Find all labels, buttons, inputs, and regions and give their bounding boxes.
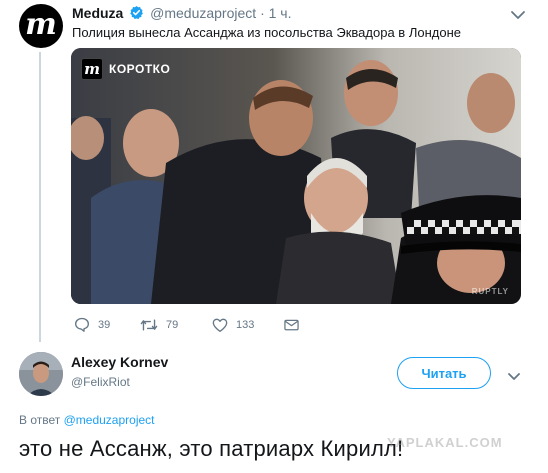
verified-icon	[129, 5, 144, 23]
chevron-down-icon[interactable]	[510, 8, 526, 20]
like-count: 133	[236, 318, 255, 331]
reply-author-name[interactable]: Alexey Kornev	[71, 354, 168, 370]
reply-button[interactable]: 39	[74, 317, 140, 332]
reply-icon	[74, 317, 90, 332]
site-watermark: YAPLAKAL.COM	[387, 435, 503, 450]
tweet-text: Полиция вынесла Ассанджа из посольства Э…	[72, 25, 461, 40]
direct-message-icon	[284, 319, 299, 331]
tweet-header: Meduza @meduzaproject · 1 ч.	[72, 5, 291, 23]
in-reply-prefix: В ответ	[19, 413, 61, 427]
meduza-badge-logo: m	[81, 58, 103, 80]
like-icon	[212, 318, 228, 332]
media-badge: m КОРОТКО	[81, 58, 170, 80]
tweet-author-name[interactable]: Meduza	[72, 5, 123, 21]
tweet-author-handle[interactable]: @meduzaproject	[150, 5, 256, 21]
direct-message-button[interactable]	[284, 319, 299, 331]
in-reply-mention-link[interactable]: @meduzaproject	[64, 413, 155, 427]
retweet-count: 79	[166, 318, 179, 331]
avatar-photo	[19, 352, 63, 396]
retweet-icon	[140, 318, 158, 332]
in-reply-to: В ответ @meduzaproject	[19, 413, 155, 427]
like-button[interactable]: 133	[212, 318, 284, 332]
alexey-avatar[interactable]	[19, 352, 63, 396]
video-watermark: RUPTLY	[471, 287, 509, 296]
retweet-button[interactable]: 79	[140, 318, 212, 332]
tweet-video[interactable]: m КОРОТКО RUPTLY	[71, 48, 521, 304]
tweet-actions: 39 79 133	[74, 317, 299, 332]
thread-connector-line	[39, 52, 41, 342]
follow-button[interactable]: Читать	[397, 357, 491, 389]
media-badge-label: КОРОТКО	[109, 62, 171, 76]
reply-count: 39	[98, 318, 111, 331]
meduza-avatar[interactable]: m	[19, 4, 63, 48]
reply-text: это не Ассанж, это патриарх Кирилл!	[19, 436, 404, 461]
chevron-down-icon[interactable]	[507, 369, 521, 380]
header-separator: ·	[260, 5, 265, 21]
tweet-timestamp[interactable]: 1 ч.	[269, 5, 292, 21]
reply-author-handle[interactable]: @FelixRiot	[71, 375, 130, 389]
video-frame-image	[71, 48, 521, 304]
meduza-logo-letter: m	[25, 6, 57, 42]
